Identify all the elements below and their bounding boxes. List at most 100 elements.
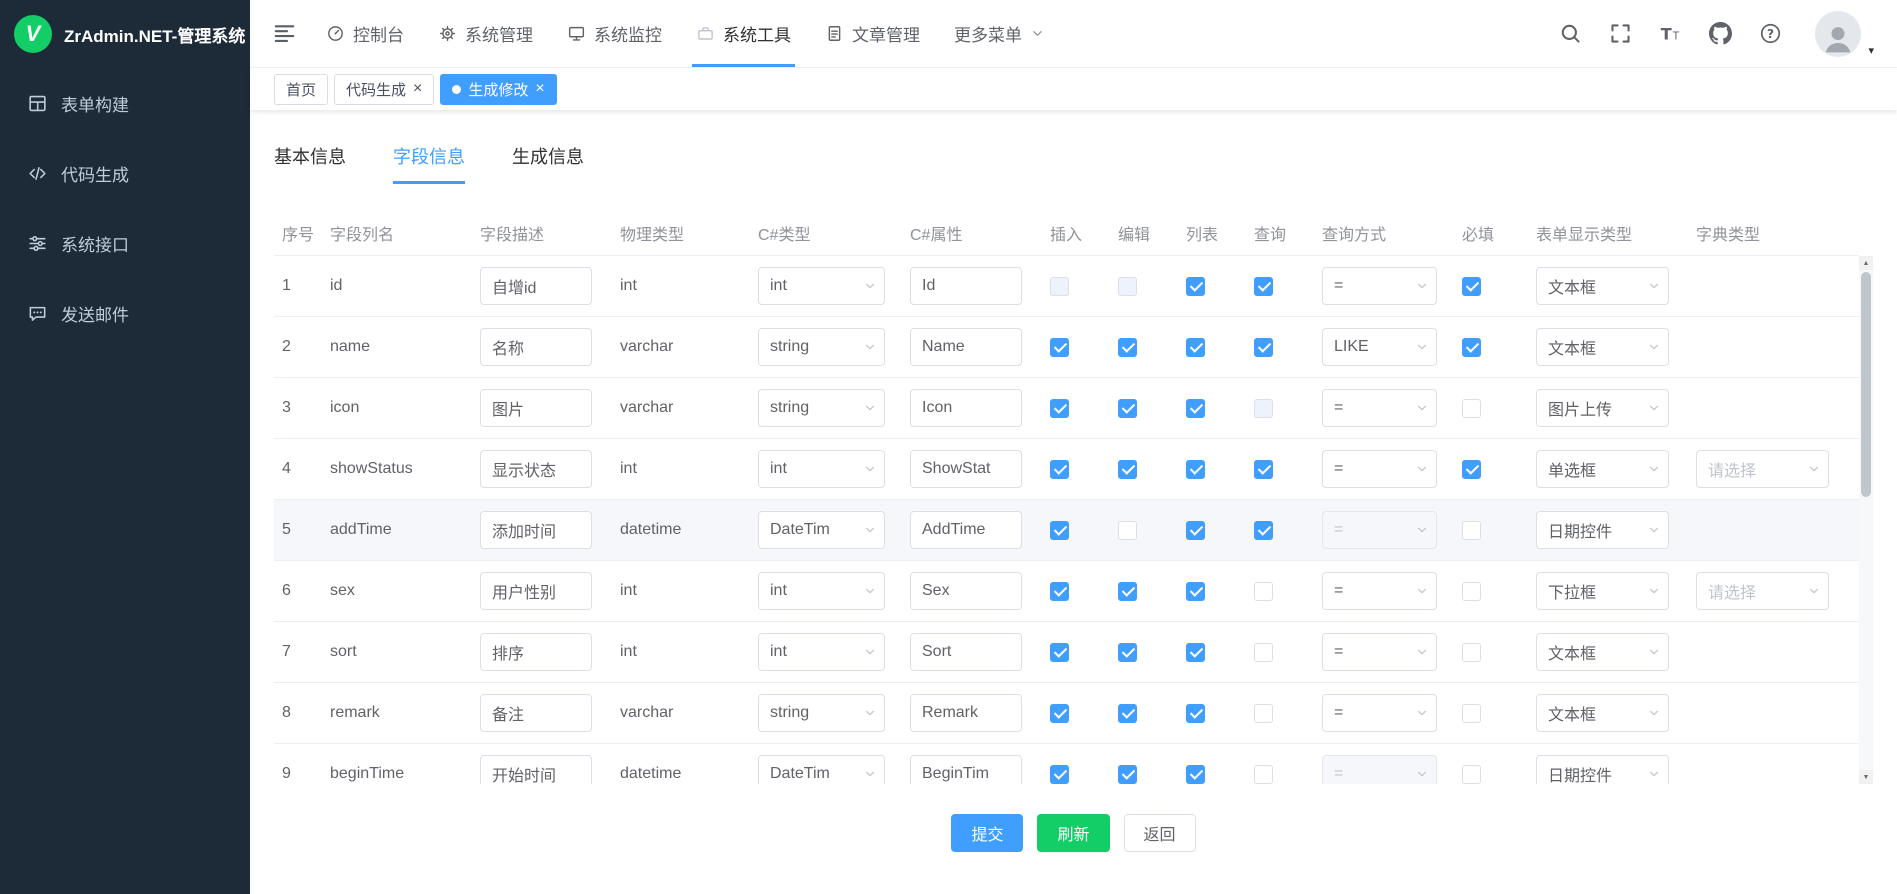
required-checkbox[interactable] [1462, 765, 1481, 784]
csharp-property-input[interactable] [910, 511, 1022, 549]
csharp-property-input[interactable] [910, 450, 1022, 488]
github-button[interactable] [1709, 22, 1732, 45]
sidebar-collapse-button[interactable] [272, 21, 297, 46]
required-checkbox[interactable] [1462, 643, 1481, 662]
nav-item-system-monitor[interactable]: 系统监控 [550, 0, 679, 67]
required-checkbox[interactable] [1462, 460, 1481, 479]
query-checkbox[interactable] [1254, 765, 1273, 784]
description-input[interactable] [480, 633, 592, 671]
font-size-button[interactable]: TT [1659, 22, 1682, 45]
query-checkbox[interactable] [1254, 338, 1273, 357]
insert-checkbox[interactable] [1050, 521, 1069, 540]
edit-checkbox[interactable] [1118, 460, 1137, 479]
display-type-select[interactable]: 下拉框 [1536, 572, 1669, 610]
query-method-select[interactable]: = [1322, 267, 1437, 305]
nav-item-console[interactable]: 控制台 [309, 0, 421, 67]
display-type-select[interactable]: 单选框 [1536, 450, 1669, 488]
nav-item-system-tools[interactable]: 系统工具 [679, 0, 808, 67]
query-checkbox[interactable] [1254, 704, 1273, 723]
edit-checkbox[interactable] [1118, 643, 1137, 662]
description-input[interactable] [480, 450, 592, 488]
csharp-type-select[interactable]: int [758, 267, 885, 305]
csharp-type-select[interactable]: int [758, 633, 885, 671]
insert-checkbox[interactable] [1050, 460, 1069, 479]
query-checkbox[interactable] [1254, 277, 1273, 296]
csharp-property-input[interactable] [910, 572, 1022, 610]
list-checkbox[interactable] [1186, 460, 1205, 479]
description-input[interactable] [480, 267, 592, 305]
required-checkbox[interactable] [1462, 521, 1481, 540]
search-button[interactable] [1559, 22, 1582, 45]
sidebar-item-system-api[interactable]: 系统接口 [0, 208, 250, 278]
user-menu[interactable]: ▾ [1815, 11, 1861, 57]
csharp-property-input[interactable] [910, 694, 1022, 732]
required-checkbox[interactable] [1462, 277, 1481, 296]
edit-checkbox[interactable] [1118, 582, 1137, 601]
sidebar-item-form-builder[interactable]: 表单构建 [0, 68, 250, 138]
required-checkbox[interactable] [1462, 704, 1481, 723]
query-method-select[interactable]: LIKE [1322, 328, 1437, 366]
nav-item-article-manage[interactable]: 文章管理 [808, 0, 937, 67]
csharp-type-select[interactable]: int [758, 572, 885, 610]
display-type-select[interactable]: 文本框 [1536, 633, 1669, 671]
query-method-select[interactable]: = [1322, 450, 1437, 488]
edit-checkbox[interactable] [1118, 765, 1137, 784]
description-input[interactable] [480, 572, 592, 610]
nav-item-system-manage[interactable]: 系统管理 [421, 0, 550, 67]
edit-checkbox[interactable] [1118, 704, 1137, 723]
insert-checkbox[interactable] [1050, 582, 1069, 601]
sidebar-item-send-mail[interactable]: 发送邮件 [0, 278, 250, 348]
close-icon[interactable]: × [535, 81, 544, 97]
list-checkbox[interactable] [1186, 521, 1205, 540]
csharp-type-select[interactable]: DateTim [758, 511, 885, 549]
query-checkbox[interactable] [1254, 582, 1273, 601]
query-checkbox[interactable] [1254, 460, 1273, 479]
csharp-property-input[interactable] [910, 267, 1022, 305]
list-checkbox[interactable] [1186, 399, 1205, 418]
csharp-property-input[interactable] [910, 633, 1022, 671]
insert-checkbox[interactable] [1050, 704, 1069, 723]
tag-generate-edit[interactable]: 生成修改× [440, 74, 556, 105]
query-checkbox[interactable] [1254, 643, 1273, 662]
help-button[interactable]: ? [1759, 22, 1782, 45]
insert-checkbox[interactable] [1050, 765, 1069, 784]
required-checkbox[interactable] [1462, 338, 1481, 357]
csharp-type-select[interactable]: string [758, 328, 885, 366]
scroll-up-icon[interactable]: ▲ [1859, 256, 1873, 270]
edit-checkbox[interactable] [1118, 338, 1137, 357]
description-input[interactable] [480, 328, 592, 366]
display-type-select[interactable]: 日期控件 [1536, 511, 1669, 549]
nav-item-more-menu[interactable]: 更多菜单 [937, 0, 1062, 67]
required-checkbox[interactable] [1462, 582, 1481, 601]
back-button[interactable]: 返回 [1124, 814, 1196, 852]
description-input[interactable] [480, 694, 592, 732]
query-method-select[interactable]: = [1322, 572, 1437, 610]
list-checkbox[interactable] [1186, 643, 1205, 662]
insert-checkbox[interactable] [1050, 643, 1069, 662]
csharp-property-input[interactable] [910, 328, 1022, 366]
query-checkbox[interactable] [1254, 521, 1273, 540]
list-checkbox[interactable] [1186, 338, 1205, 357]
query-method-select[interactable]: = [1322, 389, 1437, 427]
sidebar-item-code-generator[interactable]: 代码生成 [0, 138, 250, 208]
tab-basic-info[interactable]: 基本信息 [274, 143, 346, 184]
display-type-select[interactable]: 日期控件 [1536, 755, 1669, 784]
tab-field-info[interactable]: 字段信息 [393, 143, 465, 184]
tab-generate-info[interactable]: 生成信息 [512, 143, 584, 184]
scroll-down-icon[interactable]: ▼ [1859, 770, 1873, 784]
tag-home[interactable]: 首页 [274, 74, 328, 105]
dict-type-select[interactable]: 请选择 [1696, 572, 1829, 610]
display-type-select[interactable]: 图片上传 [1536, 389, 1669, 427]
fullscreen-button[interactable] [1609, 22, 1632, 45]
query-method-select[interactable]: = [1322, 694, 1437, 732]
csharp-type-select[interactable]: DateTim [758, 755, 885, 784]
csharp-type-select[interactable]: int [758, 450, 885, 488]
dict-type-select[interactable]: 请选择 [1696, 450, 1829, 488]
query-method-select[interactable]: = [1322, 633, 1437, 671]
insert-checkbox[interactable] [1050, 399, 1069, 418]
csharp-property-input[interactable] [910, 389, 1022, 427]
csharp-property-input[interactable] [910, 755, 1022, 784]
edit-checkbox[interactable] [1118, 399, 1137, 418]
refresh-button[interactable]: 刷新 [1037, 814, 1109, 852]
display-type-select[interactable]: 文本框 [1536, 694, 1669, 732]
